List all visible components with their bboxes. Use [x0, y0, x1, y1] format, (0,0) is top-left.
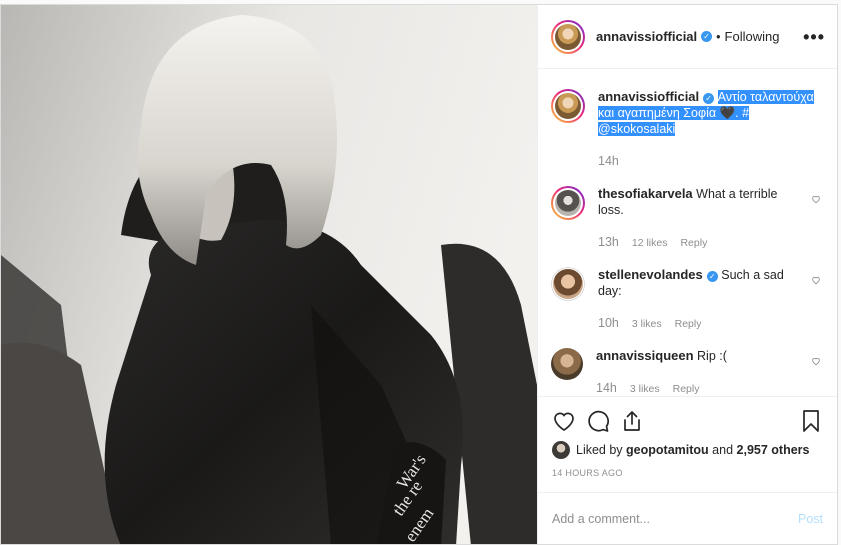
post-photo[interactable]: War's the re enem: [1, 5, 537, 544]
verified-badge-icon: ✓: [706, 271, 718, 282]
instagram-post: War's the re enem annavissiofficial ✓ • …: [0, 4, 838, 545]
caption-avatar[interactable]: [551, 89, 585, 123]
likes-joiner: and: [712, 443, 734, 457]
post-header: annavissiofficial ✓ • Following •••: [538, 5, 837, 69]
post-sidebar: annavissiofficial ✓ • Following ••• anna…: [537, 5, 837, 544]
heart-icon[interactable]: [552, 409, 576, 433]
commenter-avatar[interactable]: [551, 186, 585, 220]
caption-entry: annavissiofficial ✓ Αντίο ταλαντούχα και …: [551, 89, 821, 168]
bookmark-icon[interactable]: [799, 409, 823, 433]
reply-button[interactable]: Reply: [675, 318, 702, 330]
comment-time[interactable]: 10h: [598, 316, 619, 330]
comment-item: thesofiakarvela What a terrible loss. 13…: [551, 186, 821, 249]
comment-icon[interactable]: [586, 409, 610, 433]
comments-list: annavissiofficial ✓ Αντίο ταλαντούχα και …: [538, 69, 837, 396]
post-actions: Liked by geopotamitou and 2,957 others 1…: [538, 396, 837, 478]
liked-by-prefix: Liked by: [576, 443, 623, 457]
comment-text: Rip :(: [697, 349, 727, 363]
comment-item: stellenevolandes ✓ Such a sad day: 10h 3 …: [551, 267, 821, 330]
verified-badge-icon: ✓: [701, 31, 713, 42]
caption-time[interactable]: 14h: [598, 154, 619, 168]
verified-badge-icon: ✓: [703, 93, 715, 104]
comment-like-heart-icon[interactable]: [811, 194, 821, 204]
post-timestamp[interactable]: 14 HOURS AGO: [552, 468, 823, 478]
post-comment-button[interactable]: Post: [798, 512, 823, 526]
comment-input[interactable]: [552, 511, 798, 526]
comment-item: annavissiqueen Rip :( 14h 3 likes Reply: [551, 348, 821, 395]
comment-likes[interactable]: 3 likes: [630, 383, 660, 395]
liker-username[interactable]: geopotamitou: [626, 443, 709, 457]
comment-username[interactable]: thesofiakarvela: [598, 186, 693, 201]
likes-summary: Liked by geopotamitou and 2,957 others: [552, 441, 823, 459]
comment-username[interactable]: stellenevolandes: [598, 267, 703, 282]
comment-time[interactable]: 13h: [598, 235, 619, 249]
reply-button[interactable]: Reply: [680, 237, 707, 249]
share-icon[interactable]: [620, 409, 644, 433]
reply-button[interactable]: Reply: [673, 383, 700, 395]
add-comment-bar: Post: [538, 492, 837, 544]
liker-avatar[interactable]: [552, 441, 570, 459]
author-avatar[interactable]: [551, 19, 585, 54]
commenter-avatar[interactable]: [551, 348, 583, 380]
author-username[interactable]: annavissiofficial: [596, 29, 697, 44]
others-count[interactable]: 2,957 others: [737, 443, 810, 457]
comment-likes[interactable]: 3 likes: [632, 318, 662, 330]
header-separator: •: [716, 29, 721, 44]
comment-likes[interactable]: 12 likes: [632, 237, 668, 249]
comment-username[interactable]: annavissiqueen: [596, 348, 694, 363]
comment-like-heart-icon[interactable]: [811, 275, 821, 285]
comment-time[interactable]: 14h: [596, 381, 617, 395]
following-button[interactable]: Following: [725, 29, 780, 44]
more-options-icon[interactable]: •••: [803, 28, 825, 46]
caption-username[interactable]: annavissiofficial: [598, 89, 699, 104]
commenter-avatar[interactable]: [551, 267, 585, 301]
post-image: War's the re enem: [1, 5, 537, 544]
comment-like-heart-icon[interactable]: [811, 356, 821, 366]
